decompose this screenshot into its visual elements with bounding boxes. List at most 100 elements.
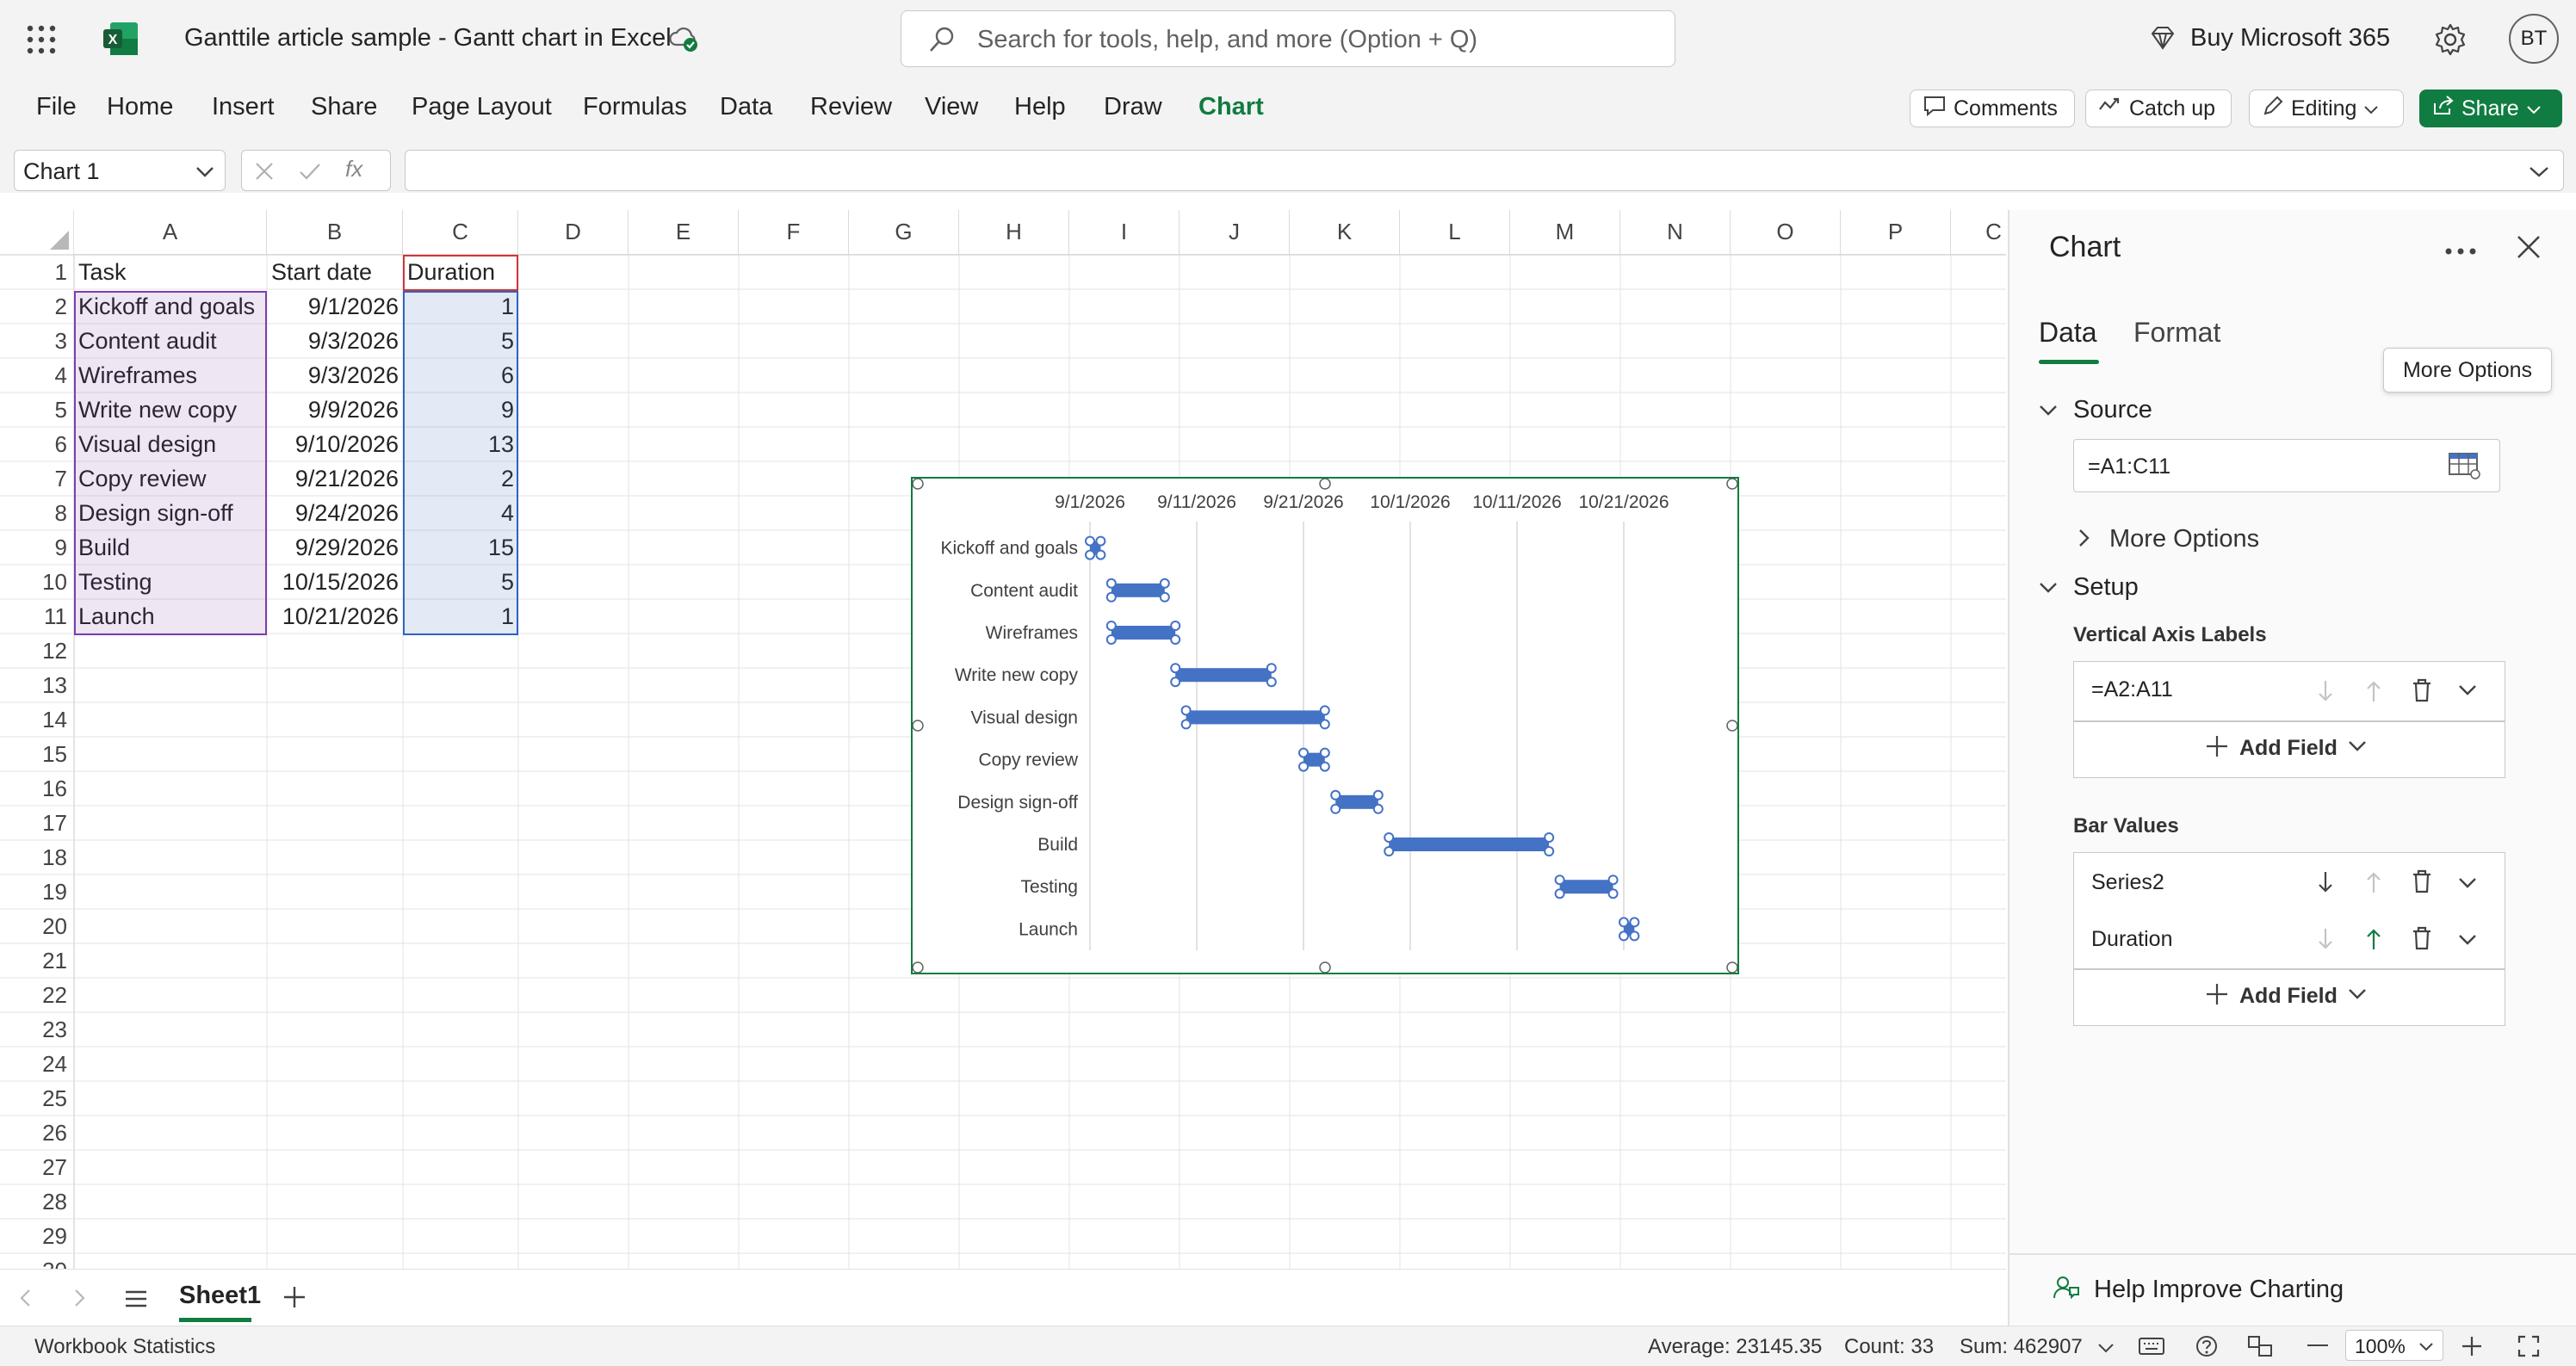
row-header[interactable]: 11	[0, 599, 72, 634]
tab-formulas[interactable]: Formulas	[583, 93, 687, 121]
cell[interactable]: 9/3/2026	[267, 324, 403, 358]
chart-resize-handle[interactable]	[1726, 478, 1738, 490]
cell[interactable]: 10/15/2026	[267, 565, 403, 599]
catch-up-button[interactable]: Catch up	[2085, 90, 2232, 127]
row-header[interactable]: 14	[0, 702, 72, 737]
delete-trash-icon[interactable]	[2412, 677, 2432, 708]
tab-draw[interactable]: Draw	[1104, 93, 1162, 121]
row-header[interactable]: 30	[0, 1253, 72, 1269]
row-header[interactable]: 10	[0, 565, 72, 599]
tab-insert[interactable]: Insert	[212, 93, 275, 121]
gantt-bar[interactable]	[1111, 583, 1165, 597]
avatar[interactable]: BT	[2509, 14, 2559, 64]
gantt-bar[interactable]	[1186, 710, 1325, 725]
excel-logo-icon[interactable]: X	[103, 21, 139, 61]
cancel-x-icon[interactable]	[254, 161, 275, 186]
add-field-button[interactable]: Add Field	[2205, 982, 2367, 1011]
row-header[interactable]: 23	[0, 1012, 72, 1047]
gantt-bar[interactable]	[1335, 794, 1378, 809]
page-view-icon[interactable]	[2247, 1335, 2273, 1362]
chevron-down-icon[interactable]	[2458, 877, 2477, 893]
cell[interactable]: 9/3/2026	[267, 358, 403, 392]
column-header[interactable]: C	[1951, 210, 2006, 255]
source-header[interactable]: Source	[2073, 396, 2152, 424]
row-header[interactable]: 20	[0, 909, 72, 943]
chevron-down-icon[interactable]	[2458, 934, 2477, 950]
row-header[interactable]: 9	[0, 530, 72, 565]
chevron-down-icon[interactable]	[195, 166, 214, 182]
app-launcher-icon[interactable]	[26, 24, 57, 59]
setup-header[interactable]: Setup	[2073, 573, 2139, 602]
row-header[interactable]: 16	[0, 771, 72, 806]
tab-data[interactable]: Data	[720, 93, 772, 121]
tab-page-layout[interactable]: Page Layout	[412, 93, 552, 121]
function-fx-icon[interactable]: fx	[345, 156, 362, 182]
zoom-in-icon[interactable]	[2461, 1335, 2483, 1362]
column-header[interactable]: C	[403, 210, 518, 255]
cell[interactable]: Start date	[267, 255, 403, 289]
buy-microsoft-365-link[interactable]: Buy Microsoft 365	[2190, 24, 2390, 53]
editing-mode-dropdown[interactable]: Editing	[2249, 90, 2404, 127]
add-sheet-plus-icon[interactable]	[282, 1285, 307, 1313]
gantt-bar[interactable]	[1175, 668, 1272, 683]
zoom-out-icon[interactable]	[2307, 1344, 2328, 1347]
tab-format-panel[interactable]: Format	[2133, 317, 2220, 349]
column-header[interactable]: E	[629, 210, 739, 255]
formula-input[interactable]	[405, 150, 2564, 191]
column-header[interactable]: P	[1841, 210, 1951, 255]
keyboard-icon[interactable]	[2139, 1337, 2164, 1360]
tab-view[interactable]: View	[925, 93, 978, 121]
comments-button[interactable]: Comments	[1910, 90, 2075, 127]
chart-resize-handle[interactable]	[912, 478, 924, 490]
column-header[interactable]: K	[1290, 210, 1400, 255]
help-question-icon[interactable]	[2195, 1335, 2218, 1362]
row-header[interactable]: 6	[0, 427, 72, 461]
select-range-icon[interactable]	[2448, 450, 2482, 485]
settings-gear-icon[interactable]	[2433, 22, 2468, 61]
column-header[interactable]: A	[74, 210, 267, 255]
gantt-chart[interactable]: 9/1/2026 9/11/2026 9/21/2026 10/1/2026 10/11…	[911, 477, 1739, 974]
row-header[interactable]: 13	[0, 668, 72, 702]
chart-resize-handle[interactable]	[1319, 961, 1331, 974]
chevron-down-icon[interactable]	[2039, 582, 2058, 598]
document-title[interactable]: Ganttile article sample - Gantt chart in…	[184, 24, 672, 53]
column-header[interactable]: M	[1510, 210, 1620, 255]
cell[interactable]: 9/1/2026	[267, 289, 403, 324]
column-header[interactable]: N	[1620, 210, 1731, 255]
column-header[interactable]: L	[1400, 210, 1510, 255]
bar-value-series2[interactable]: Series2	[2091, 870, 2164, 895]
column-header[interactable]: O	[1731, 210, 1841, 255]
saved-status-icon[interactable]	[668, 24, 699, 58]
column-header[interactable]: D	[518, 210, 629, 255]
tab-share[interactable]: Share	[311, 93, 377, 121]
fullscreen-icon[interactable]	[2517, 1335, 2540, 1362]
column-header[interactable]: J	[1180, 210, 1290, 255]
row-header[interactable]: 24	[0, 1047, 72, 1081]
move-down-icon[interactable]	[2317, 870, 2334, 899]
add-field-button[interactable]: Add Field	[2205, 734, 2367, 763]
gantt-bar[interactable]	[1389, 838, 1550, 851]
row-header[interactable]: 1	[0, 255, 72, 289]
row-header[interactable]: 17	[0, 806, 72, 840]
row-header[interactable]: 12	[0, 634, 72, 668]
gantt-bar[interactable]	[1111, 626, 1176, 640]
row-header[interactable]: 2	[0, 289, 72, 324]
row-header[interactable]: 8	[0, 496, 72, 530]
search-box[interactable]: Search for tools, help, and more (Option…	[901, 10, 1675, 67]
delete-trash-icon[interactable]	[2412, 925, 2432, 955]
bar-value-duration[interactable]: Duration	[2091, 927, 2173, 952]
row-header[interactable]: 26	[0, 1116, 72, 1150]
help-improve-charting-link[interactable]: Help Improve Charting	[2094, 1276, 2344, 1304]
move-up-icon[interactable]	[2365, 927, 2382, 955]
more-options-link[interactable]: More Options	[2109, 525, 2259, 553]
sum-stat[interactable]: Sum: 462907	[1960, 1335, 2083, 1359]
name-box[interactable]: Chart 1	[14, 150, 226, 191]
chevron-down-icon[interactable]	[2458, 684, 2477, 701]
column-header[interactable]: F	[739, 210, 849, 255]
row-header[interactable]: 15	[0, 737, 72, 771]
row-header[interactable]: 7	[0, 461, 72, 496]
chart-resize-handle[interactable]	[912, 720, 924, 732]
chevron-right-icon[interactable]	[2078, 528, 2090, 552]
row-header[interactable]: 3	[0, 324, 72, 358]
chart-resize-handle[interactable]	[1726, 720, 1738, 732]
